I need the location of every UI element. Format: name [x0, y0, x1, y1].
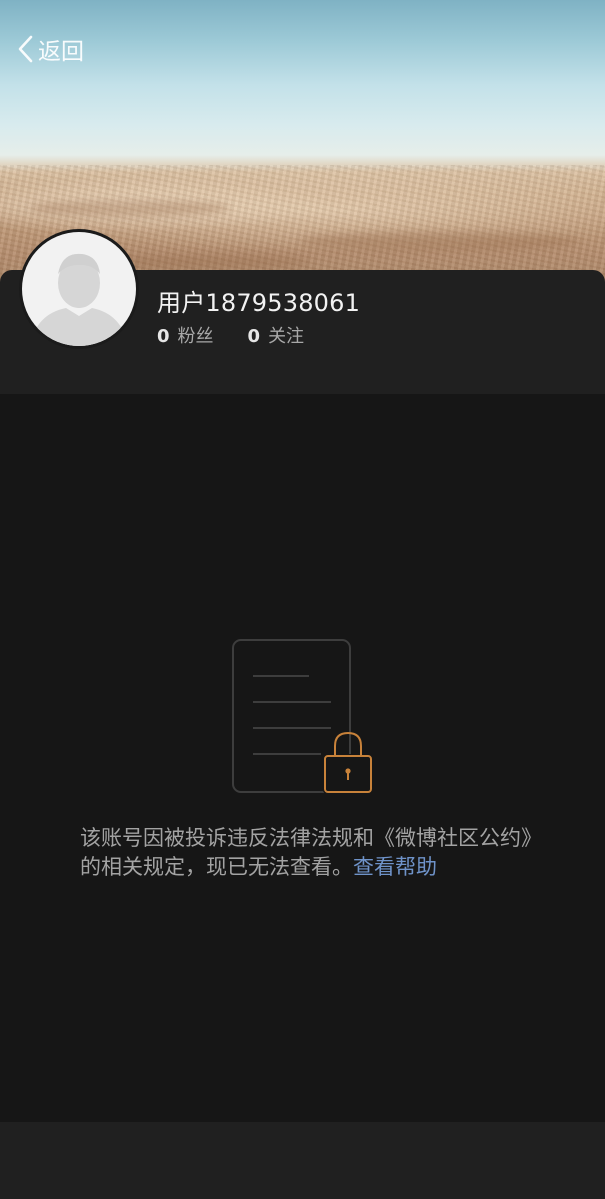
default-avatar-icon [22, 232, 136, 346]
bottom-bar [0, 1122, 605, 1199]
blocked-account-notice: 该账号因被投诉违反法律法规和《微博社区公约》的相关规定，现已无法查看。查看帮助 [80, 824, 540, 882]
sand-dune [30, 200, 230, 216]
notice-message: 该账号因被投诉违反法律法规和《微博社区公约》的相关规定，现已无法查看。 [80, 826, 532, 879]
username: 用户1879538061 [157, 289, 361, 317]
profile-stats: 0 粉丝 0 关注 [157, 322, 338, 348]
back-button[interactable]: 返回 [16, 32, 84, 66]
followers-count: 0 [157, 326, 170, 347]
avatar[interactable] [19, 229, 139, 349]
profile-screen: 返回 用户1879538061 0 粉丝 0 关注 该账号因被投诉违反法律法规和… [0, 0, 605, 1199]
following-label: 关注 [268, 326, 305, 347]
followers-label: 粉丝 [177, 326, 214, 347]
help-link[interactable]: 查看帮助 [353, 855, 437, 879]
followers-stat[interactable]: 0 粉丝 [157, 322, 214, 348]
locked-document-icon [231, 638, 376, 798]
back-label: 返回 [38, 39, 84, 65]
chevron-left-icon [18, 35, 33, 63]
following-count: 0 [247, 326, 261, 347]
sand-dune [300, 232, 580, 250]
following-stat[interactable]: 0 关注 [248, 322, 305, 348]
